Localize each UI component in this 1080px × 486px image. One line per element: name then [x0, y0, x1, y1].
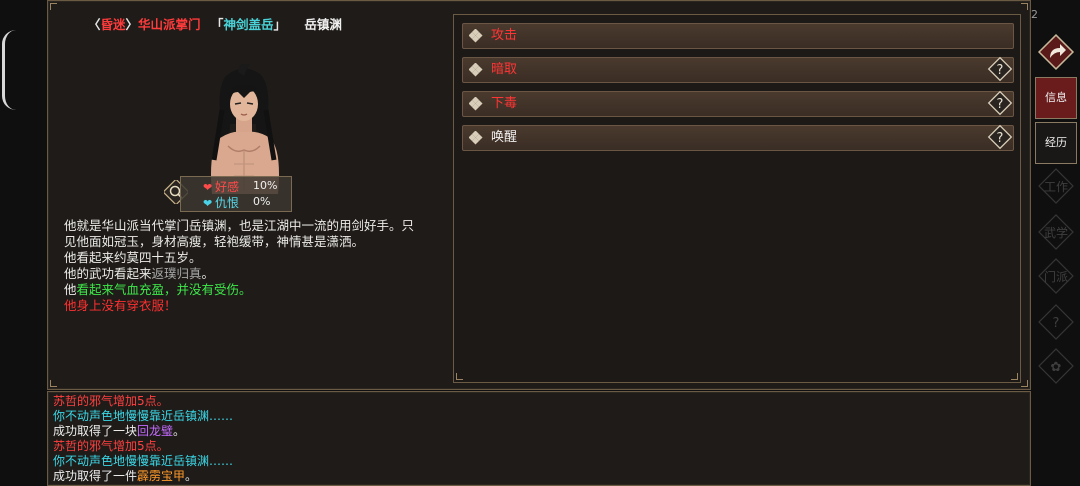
heart-red-icon: ❤	[203, 181, 213, 194]
action-steal-label: 暗取	[491, 62, 518, 77]
log-line: 你不动声色地慢慢靠近岳镇渊……	[53, 454, 234, 468]
nickname-bracket-open: 「	[210, 17, 224, 32]
character-description: 他就是华山派当代掌门岳镇渊，也是江湖中一流的用剑好手。只见他面如冠玉，身材高瘦，…	[64, 218, 414, 314]
log-line: 成功取得了一件霹雳宝甲。	[53, 469, 233, 484]
log-line: 成功取得了一块回龙璧。	[53, 424, 233, 439]
log-item-name: 回龙璧	[137, 424, 174, 438]
edge-bracket-decoration	[2, 30, 19, 110]
character-portrait	[211, 64, 279, 194]
action-pane: 攻击 暗取 ? 下毒 ? 唤醒 ?	[453, 14, 1021, 383]
return-arrow-icon[interactable]	[1036, 32, 1076, 72]
martial-arts-tab-icon[interactable]: 武学	[1036, 212, 1076, 252]
health-status: 看起来气血充盈，并没有受伤。	[76, 282, 252, 297]
help-question-icon[interactable]: ?	[985, 54, 1015, 84]
message-log: 苏哲的邪气增加5点。 你不动声色地慢慢靠近岳镇渊…… 成功取得了一块回龙璧。 苏…	[53, 394, 233, 484]
action-attack-button[interactable]: 攻击	[462, 23, 1014, 49]
martial-prefix: 他的武功看起来	[64, 266, 152, 281]
question-tab-icon[interactable]: ?	[1036, 302, 1076, 342]
work-tab-label: 工作	[1044, 180, 1068, 194]
hatred-row: ❤ 仇恨 0%	[203, 194, 270, 210]
status-text: 昏迷	[100, 17, 126, 32]
corner-number: 2	[1031, 8, 1038, 21]
action-attack-label: 攻击	[491, 28, 518, 43]
character-title-line: 〈昏迷〉华山派掌门 「神剑盖岳」 岳镇渊	[88, 14, 342, 32]
description-clothing: 他身上没有穿衣服！	[64, 298, 177, 313]
hatred-label: 仇恨	[215, 196, 240, 210]
martial-suffix: 。	[201, 266, 215, 281]
flower-tab-icon[interactable]: ✿	[1036, 346, 1076, 386]
svg-text:?: ?	[997, 63, 1004, 78]
svg-text:?: ?	[997, 131, 1004, 146]
heart-blue-icon: ❤	[203, 197, 213, 210]
flower-tab-label: ✿	[1051, 360, 1062, 375]
sect-tab-icon[interactable]: 门派	[1036, 256, 1076, 296]
sect-tab-label: 门派	[1044, 269, 1068, 284]
log-text: 成功取得了一块	[53, 424, 138, 438]
svg-text:?: ?	[997, 97, 1004, 112]
favor-value: 10%	[253, 179, 278, 192]
work-tab-icon[interactable]: 工作	[1036, 166, 1076, 206]
favor-row: ❤ 好感 10%	[203, 178, 277, 194]
log-line: 苏哲的邪气增加5点。	[53, 439, 169, 453]
panel-corner	[1021, 3, 1028, 10]
game-screen: 〈昏迷〉华山派掌门 「神剑盖岳」 岳镇渊 ❤ 好感 10% ❤ 仇恨 0% 他就…	[0, 0, 1080, 486]
status-bracket-open: 〈	[88, 17, 101, 32]
tab-info[interactable]: 信息	[1035, 77, 1077, 119]
martial-level: 返璞归真	[151, 266, 202, 281]
log-text: 。	[173, 424, 186, 438]
hatred-value: 0%	[253, 195, 271, 208]
pane-corner	[1011, 373, 1018, 380]
nickname-text: 神剑盖岳	[223, 17, 274, 32]
nickname-bracket-close: 」	[273, 17, 286, 32]
diamond-bullet-icon	[469, 63, 483, 77]
help-question-icon[interactable]: ?	[985, 122, 1015, 152]
action-poison-label: 下毒	[491, 96, 518, 111]
log-line: 苏哲的邪气增加5点。	[53, 394, 169, 408]
nickname: 「神剑盖岳」	[211, 17, 286, 32]
relationship-stats-box: ❤ 好感 10% ❤ 仇恨 0%	[180, 176, 292, 212]
log-line: 你不动声色地慢慢靠近岳镇渊……	[53, 409, 234, 423]
diamond-bullet-icon	[469, 131, 483, 145]
favor-label: 好感	[215, 180, 240, 194]
description-intro: 他就是华山派当代掌门岳镇渊，也是江湖中一流的用剑好手。只见他面如冠玉，身材高瘦，…	[64, 218, 415, 249]
status-bracket-close: 〉	[125, 17, 139, 32]
diamond-bullet-icon	[469, 29, 483, 43]
description-martial: 他的武功看起来返璞归真。	[64, 266, 414, 282]
tab-history[interactable]: 经历	[1035, 122, 1077, 164]
diamond-bullet-icon	[469, 97, 483, 111]
panel-corner	[1021, 380, 1028, 387]
help-question-icon[interactable]: ?	[985, 88, 1015, 118]
health-prefix: 他	[64, 282, 77, 297]
pane-corner	[456, 373, 463, 380]
action-wake-label: 唤醒	[491, 130, 518, 145]
log-text: 成功取得了一件	[53, 469, 138, 483]
action-poison-button[interactable]: 下毒 ?	[462, 88, 1015, 118]
action-steal-button[interactable]: 暗取 ?	[462, 54, 1015, 84]
character-name: 岳镇渊	[304, 17, 342, 32]
martial-arts-tab-label: 武学	[1044, 225, 1068, 240]
question-tab-label: ?	[1053, 316, 1060, 331]
log-item-name: 霹雳宝甲	[137, 469, 186, 483]
log-text: 。	[185, 469, 198, 483]
panel-corner	[50, 3, 57, 10]
sect-position: 华山派掌门	[138, 17, 201, 32]
action-wake-button[interactable]: 唤醒 ?	[462, 122, 1015, 152]
description-age: 他看起来约莫四十五岁。	[64, 250, 202, 265]
description-health: 他看起来气血充盈，并没有受伤。	[64, 282, 414, 298]
panel-corner	[50, 380, 57, 387]
